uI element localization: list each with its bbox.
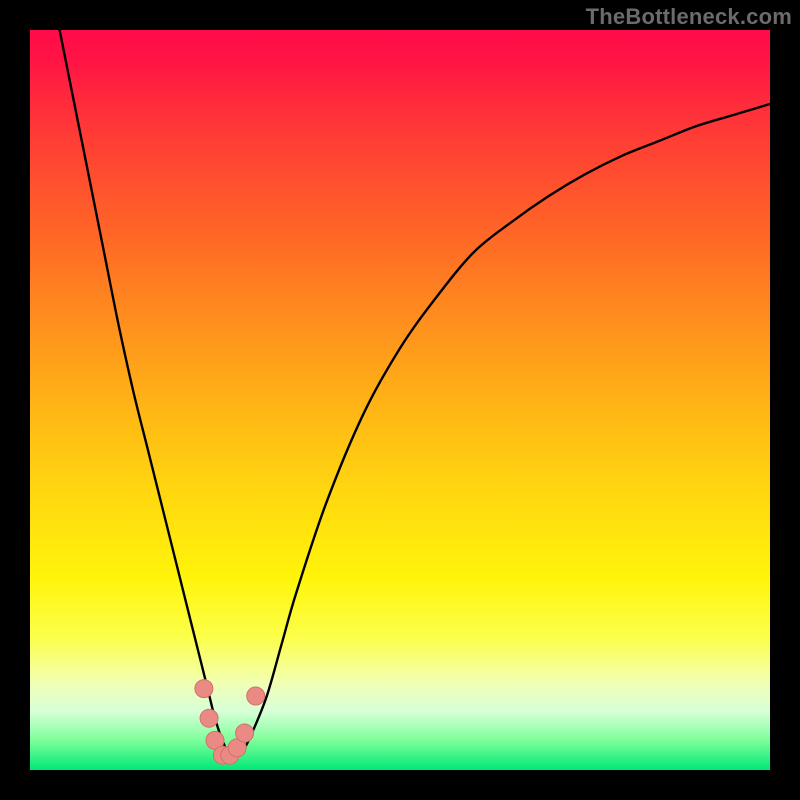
bottleneck-curve	[60, 30, 770, 757]
curve-marker	[247, 687, 265, 705]
curve-marker	[236, 724, 254, 742]
chart-svg	[30, 30, 770, 770]
watermark-text: TheBottleneck.com	[586, 4, 792, 30]
curve-marker	[200, 709, 218, 727]
curve-markers	[195, 680, 265, 765]
curve-marker	[195, 680, 213, 698]
chart-plot-area	[30, 30, 770, 770]
